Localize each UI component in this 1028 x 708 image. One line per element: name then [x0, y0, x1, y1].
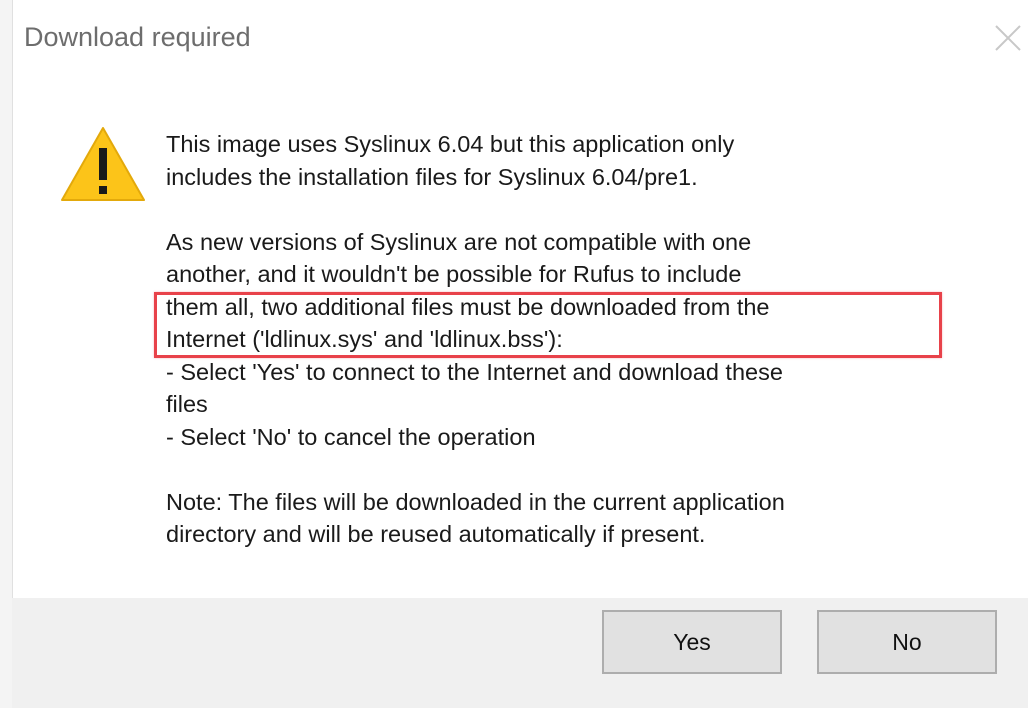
message-line: Note: The files will be downloaded in th… — [166, 488, 785, 515]
close-icon — [995, 25, 1021, 51]
message-line: files — [166, 391, 208, 417]
message-line: - Select 'No' to cancel the operation — [166, 423, 536, 450]
yes-button[interactable]: Yes — [602, 610, 782, 674]
no-button[interactable]: No — [817, 610, 997, 674]
warning-icon — [61, 127, 145, 201]
highlight-annotation — [154, 292, 942, 358]
message-line: directory and will be reused automatical… — [166, 521, 706, 547]
message-line: As new versions of Syslinux are not comp… — [166, 228, 752, 255]
message-line: another, and it wouldn't be possible for… — [166, 261, 742, 287]
message-line: includes the installation files for Sysl… — [166, 163, 698, 190]
close-button[interactable] — [988, 18, 1028, 58]
dialog-title: Download required — [24, 22, 251, 52]
message-line: - Select 'Yes' to connect to the Interne… — [166, 358, 783, 385]
download-required-dialog: Download required This image uses Syslin… — [0, 0, 1028, 708]
title-bar: Download required — [14, 0, 1028, 80]
message-line: This image uses Syslinux 6.04 but this a… — [166, 131, 735, 157]
